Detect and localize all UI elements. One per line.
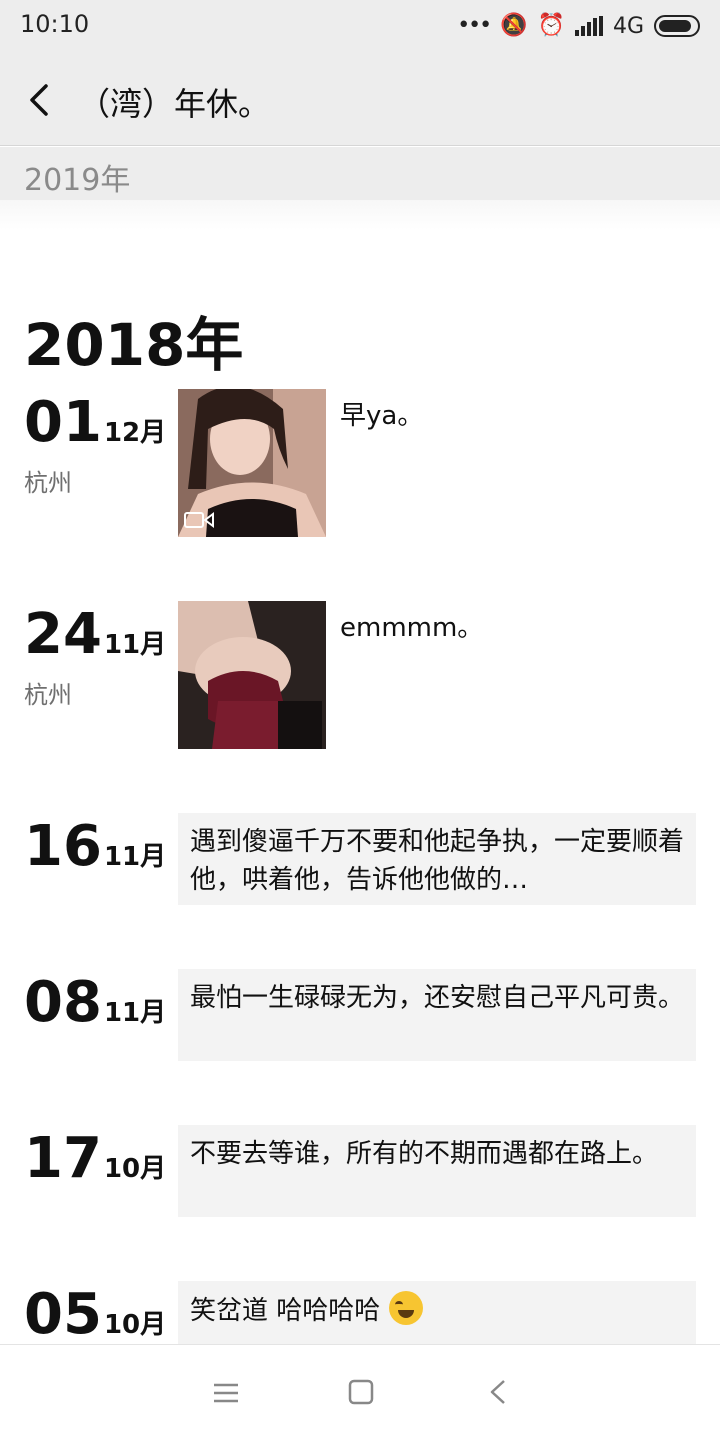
entry-caption: 早ya。: [340, 401, 424, 431]
more-dots-icon: •••: [457, 13, 492, 38]
status-icons: ••• 🔕 ⏰ 4G: [457, 12, 700, 40]
entry-date: 2411月: [24, 601, 166, 669]
entry-day: 05: [24, 1282, 102, 1344]
entry-day: 17: [24, 1126, 102, 1191]
status-bar: 10:10 ••• 🔕 ⏰ 4G: [0, 0, 720, 52]
timeline-entry[interactable]: 0811月 最怕一生碌碌无为，还安慰自己平凡可贵。: [0, 969, 720, 1065]
text-post-content: 最怕一生碌碌无为，还安慰自己平凡可贵。: [190, 983, 685, 1013]
mute-icon: 🔕: [500, 13, 528, 38]
entry-location: 杭州: [24, 469, 72, 497]
laughing-tears-emoji-icon: [388, 1291, 423, 1325]
home-button[interactable]: [341, 1375, 381, 1411]
status-time: 10:10: [20, 10, 90, 38]
system-back-button[interactable]: [478, 1375, 518, 1411]
entry-date: 0112月: [24, 389, 166, 457]
header: （湾）年休。: [0, 52, 720, 146]
video-thumbnail[interactable]: [178, 389, 326, 537]
system-nav-bar: [0, 1344, 720, 1440]
text-post-content: 遇到傻逼千万不要和他起争执，一定要顺着他，哄着他，告诉他他做的…: [190, 827, 685, 895]
entry-date: 0510月: [24, 1281, 166, 1344]
text-post-content: 笑岔道 哈哈哈哈: [190, 1296, 381, 1326]
video-icon: [184, 512, 214, 528]
year-strip-label: 2019年: [24, 163, 131, 198]
text-post-bubble[interactable]: 遇到傻逼千万不要和他起争执，一定要顺着他，哄着他，告诉他他做的…: [178, 813, 696, 905]
back-triangle-icon: [490, 1380, 505, 1404]
entry-date: 0811月: [24, 969, 166, 1037]
entry-day: 01: [24, 390, 102, 455]
year-strip[interactable]: 2019年: [0, 147, 720, 200]
entry-day: 08: [24, 970, 102, 1035]
text-post-bubble[interactable]: 不要去等谁，所有的不期而遇都在路上。: [178, 1125, 696, 1217]
entry-location: 杭州: [24, 681, 72, 709]
entry-month: 10月: [103, 1154, 167, 1184]
photo-thumbnail[interactable]: [178, 601, 326, 749]
text-post-bubble[interactable]: 笑岔道 哈哈哈哈: [178, 1281, 696, 1344]
text-post-content: 不要去等谁，所有的不期而遇都在路上。: [190, 1139, 659, 1169]
timeline-entry[interactable]: 2411月 杭州 emmmm。: [0, 601, 720, 751]
timeline: 2018年 0112月 杭州 早ya。 2411月 杭州 emmmm。 1611…: [0, 200, 720, 1344]
entry-month: 10月: [103, 1310, 167, 1340]
signal-icon: [574, 16, 603, 36]
timeline-entry[interactable]: 1611月 遇到傻逼千万不要和他起争执，一定要顺着他，哄着他，告诉他他做的…: [0, 813, 720, 909]
back-button[interactable]: [22, 80, 58, 120]
text-post-bubble[interactable]: 最怕一生碌碌无为，还安慰自己平凡可贵。: [178, 969, 696, 1061]
chevron-left-icon: [30, 84, 48, 116]
photo-thumbnail-image: [178, 601, 326, 749]
entry-month: 12月: [103, 418, 167, 448]
home-square-icon: [348, 1379, 374, 1405]
timeline-entry[interactable]: 1710月 不要去等谁，所有的不期而遇都在路上。: [0, 1125, 720, 1221]
battery-icon: [654, 15, 700, 37]
network-type: 4G: [612, 13, 644, 39]
alarm-icon: ⏰: [537, 13, 565, 38]
menu-button[interactable]: [206, 1375, 246, 1411]
timeline-entry[interactable]: 0112月 杭州 早ya。: [0, 389, 720, 539]
timeline-entry[interactable]: 0510月 笑岔道 哈哈哈哈: [0, 1281, 720, 1344]
entry-date: 1710月: [24, 1125, 166, 1193]
entry-month: 11月: [103, 630, 167, 660]
page-title: （湾）年休。: [78, 85, 271, 123]
entry-month: 11月: [103, 998, 167, 1028]
year-heading: 2018年: [24, 311, 244, 379]
entry-caption: emmmm。: [340, 613, 484, 643]
entry-day: 16: [24, 814, 102, 879]
menu-icon: [214, 1383, 238, 1403]
entry-date: 1611月: [24, 813, 166, 881]
entry-month: 11月: [103, 842, 167, 872]
entry-day: 24: [24, 602, 102, 667]
